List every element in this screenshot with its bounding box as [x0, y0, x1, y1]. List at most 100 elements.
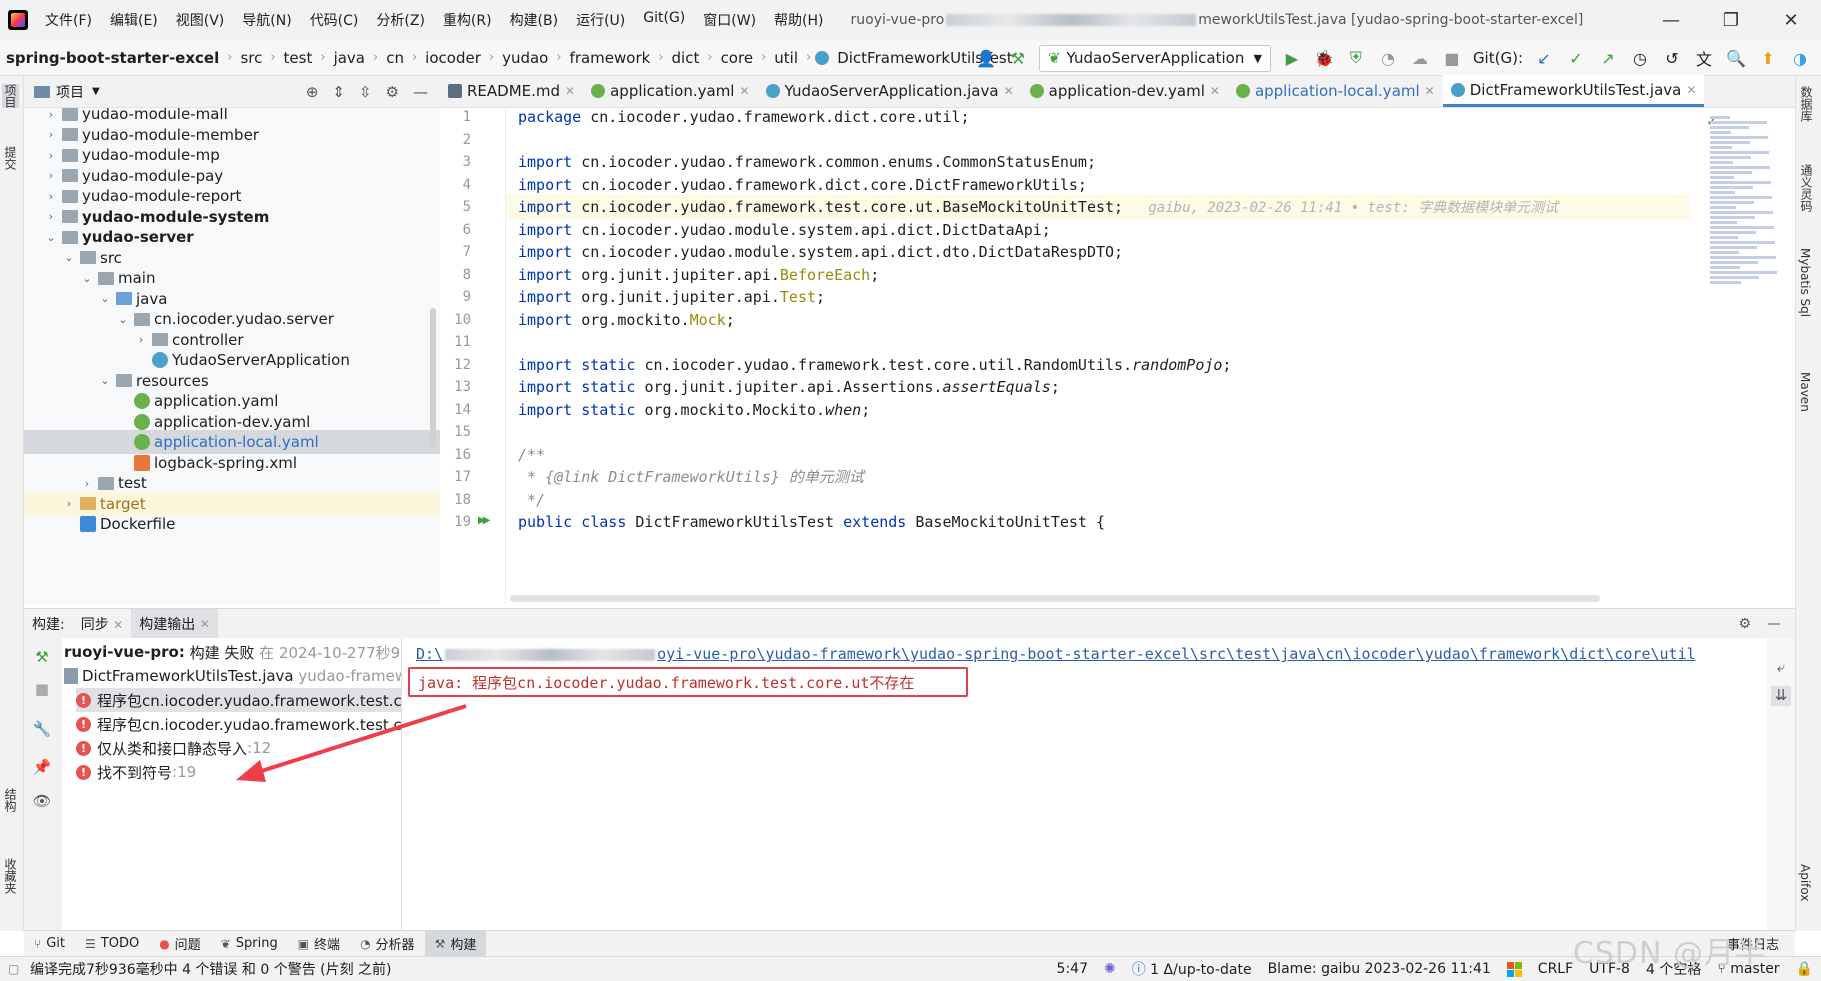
breadcrumb-item[interactable]: core [717, 49, 758, 67]
breadcrumb-item[interactable]: dict [668, 49, 704, 67]
breadcrumb-item[interactable]: iocoder [421, 49, 485, 67]
restore-button[interactable]: ❐ [1701, 10, 1761, 31]
close-icon[interactable]: ✕ [200, 617, 210, 631]
menu-item[interactable]: 编辑(E) [101, 10, 167, 30]
close-icon[interactable]: ✕ [113, 618, 123, 632]
hide-icon[interactable]: — [413, 83, 428, 101]
horizontal-scrollbar[interactable] [510, 595, 1600, 602]
chevron-down-icon[interactable]: ▼ [92, 86, 100, 97]
expand-all-icon[interactable]: ⇕ [332, 83, 345, 101]
run-gutter-icon[interactable]: ▶▶ [478, 515, 491, 526]
caret-position[interactable]: 5:47 [1049, 961, 1096, 977]
debug-icon[interactable]: 🐞 [1313, 47, 1335, 69]
build-file-row[interactable]: DictFrameworkUtilsTest.java yudao-framew… [64, 664, 401, 688]
editor-tab[interactable]: YudaoServerApplication.java ✕ [758, 75, 1022, 107]
git-push-icon[interactable]: ↗ [1597, 47, 1619, 69]
vcs-status[interactable]: ⓘ 1 Δ/up-to-date [1124, 959, 1260, 979]
user-icon[interactable]: 👤 [975, 47, 997, 69]
chevron-icon[interactable]: ⌄ [44, 231, 58, 244]
minimize-button[interactable]: — [1641, 10, 1701, 31]
breadcrumb-item[interactable]: cn [382, 49, 408, 67]
build-output[interactable]: D:\ oyi-vue-pro\yudao-framework\yudao-spr… [402, 638, 1767, 930]
build-error-item[interactable]: ! 仅从类和接口静态导入:12 [76, 736, 271, 760]
breadcrumb-item[interactable]: test [280, 49, 317, 67]
bookmarks-tool-button[interactable]: 收藏夹 [2, 858, 19, 894]
gear-icon[interactable]: ⚙ [1738, 616, 1751, 632]
attach-icon[interactable]: ☁ [1409, 47, 1431, 69]
database-tool-button[interactable]: 数据库 [1798, 86, 1815, 122]
chevron-icon[interactable]: › [80, 477, 94, 490]
run-icon[interactable]: ▶ [1281, 47, 1303, 69]
update-icon[interactable]: ⬆ [1757, 47, 1779, 69]
menu-item[interactable]: 文件(F) [36, 10, 101, 30]
blame-info[interactable]: Blame: gaibu 2023-02-26 11:41 [1260, 961, 1499, 977]
tool-window-button[interactable]: ☰ TODO [75, 931, 149, 957]
chevron-icon[interactable]: ⌄ [98, 374, 112, 387]
tab-build-output[interactable]: 构建输出 ✕ [131, 608, 218, 639]
translate-icon[interactable]: 文 [1693, 47, 1715, 69]
breadcrumb-item[interactable]: util [770, 49, 802, 67]
tool-window-button[interactable]: ⑂ Git [24, 931, 75, 957]
eye-icon[interactable]: 👁 [32, 792, 52, 812]
build-error-item[interactable]: ! 找不到符号:19 [76, 760, 196, 784]
editor-tab[interactable]: README.md ✕ [440, 75, 583, 107]
git-commit-icon[interactable]: ✓ [1565, 47, 1587, 69]
git-update-icon[interactable]: ↙ [1533, 47, 1555, 69]
chevron-icon[interactable]: › [134, 333, 148, 346]
menu-item[interactable]: 帮助(H) [765, 10, 832, 30]
menu-item[interactable]: 视图(V) [167, 10, 234, 30]
menu-item[interactable]: 分析(Z) [367, 10, 434, 30]
close-window-button[interactable]: ✕ [1761, 10, 1821, 31]
menu-item[interactable]: Git(G) [634, 10, 694, 30]
breadcrumb-item[interactable]: src [236, 49, 266, 67]
menu-item[interactable]: 导航(N) [233, 10, 300, 30]
tongyi-tool-button[interactable]: 通义灵码 [1798, 164, 1815, 212]
build-hammer-icon[interactable]: ⚒ [32, 648, 52, 668]
tool-window-button[interactable]: ❦ Spring [211, 931, 288, 957]
maven-tool-button[interactable]: Maven [1798, 372, 1812, 412]
soft-wrap-icon[interactable]: ⤶ [1771, 658, 1791, 678]
structure-tool-button[interactable]: 结构 [2, 788, 19, 812]
editor-tab[interactable]: application-local.yaml ✕ [1228, 75, 1443, 107]
breadcrumb-item[interactable]: yudao [498, 49, 552, 67]
scrollbar[interactable] [430, 308, 436, 448]
chevron-icon[interactable]: › [62, 497, 76, 510]
status-icon[interactable]: ▢ [8, 962, 19, 976]
chevron-icon[interactable]: ⌄ [116, 313, 130, 326]
tree-node[interactable]: Dockerfile [24, 512, 440, 536]
menu-item[interactable]: 窗口(W) [694, 10, 765, 30]
plugin-icon[interactable]: ◑ [1789, 47, 1811, 69]
editor-tab[interactable]: application-dev.yaml ✕ [1022, 75, 1228, 107]
hide-icon[interactable]: — [1767, 616, 1781, 632]
menu-item[interactable]: 构建(B) [501, 10, 568, 30]
ai-assistant-icon[interactable]: ✺ [1096, 961, 1124, 977]
chevron-icon[interactable]: › [44, 149, 58, 162]
close-icon[interactable]: ✕ [1210, 84, 1220, 98]
coverage-icon[interactable]: ⛨ [1345, 47, 1367, 69]
mybatis-tool-button[interactable]: Mybatis Sql [1798, 248, 1812, 317]
breadcrumb-item[interactable]: framework [566, 49, 655, 67]
chevron-icon[interactable]: › [44, 108, 58, 121]
tool-window-button[interactable]: ▣ 终端 [288, 931, 350, 957]
build-error-item[interactable]: ! 程序包cn.iocoder.yudao.framework.test.co [76, 712, 401, 736]
scroll-to-end-icon[interactable]: ⇊ [1771, 686, 1791, 706]
build-summary[interactable]: ruoyi-vue-pro: 构建 失败 在 2024-10-277秒936毫秒 [64, 640, 401, 664]
editor-tab[interactable]: DictFrameworkUtilsTest.java ✕ [1442, 75, 1705, 107]
run-config-select[interactable]: ❦ YudaoServerApplication ▼ [1038, 44, 1271, 72]
collapse-all-icon[interactable]: ⇳ [359, 83, 372, 101]
breadcrumb-item[interactable]: spring-boot-starter-excel [2, 49, 223, 67]
rollback-icon[interactable]: ↺ [1661, 47, 1683, 69]
history-icon[interactable]: ◷ [1629, 47, 1651, 69]
lock-icon[interactable]: 🔒 [1788, 961, 1821, 977]
project-panel-title[interactable]: 项目 [56, 82, 84, 102]
pin-icon[interactable]: 📌 [32, 758, 52, 778]
profile-icon[interactable]: ◔ [1377, 47, 1399, 69]
close-icon[interactable]: ✕ [1425, 84, 1435, 98]
wrench-icon[interactable]: 🔧 [32, 720, 52, 740]
chevron-icon[interactable]: › [44, 190, 58, 203]
close-icon[interactable]: ✕ [1686, 83, 1696, 97]
tab-sync[interactable]: 同步 ✕ [73, 614, 132, 634]
locate-icon[interactable]: ⊕ [306, 83, 319, 101]
apifox-tool-button[interactable]: Apifox [1798, 864, 1812, 901]
output-file-link[interactable]: D:\ oyi-vue-pro\yudao-framework\yudao-spr… [416, 645, 1696, 663]
